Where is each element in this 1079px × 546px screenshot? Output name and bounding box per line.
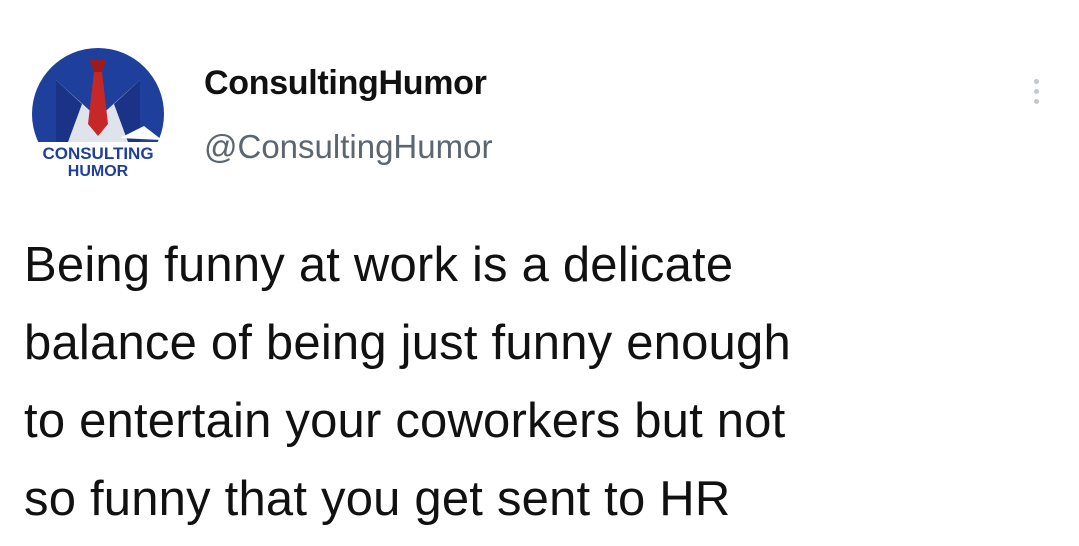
tweet-text-line: Being funny at work is a delicate [24, 238, 734, 292]
avatar-text-line2: HUMOR [68, 163, 129, 180]
avatar-text-line1: CONSULTING [42, 144, 153, 163]
consulting-humor-logo: CONSULTING HUMOR [32, 48, 164, 180]
tweet-text-line: so funny that you get sent to HR [24, 472, 731, 526]
author-display-name[interactable]: ConsultingHumor [204, 64, 487, 103]
author-handle[interactable]: @ConsultingHumor [204, 128, 492, 166]
tweet-text-line: balance of being just funny enough [24, 316, 791, 370]
avatar[interactable]: CONSULTING HUMOR [28, 46, 168, 186]
more-vertical-icon[interactable] [1022, 70, 1052, 114]
tweet-card: CONSULTING HUMOR ConsultingHumor @Consul… [0, 0, 1079, 546]
tweet-text: Being funny at work is a delicate balanc… [24, 226, 1044, 538]
tweet-text-line: to entertain your coworkers but not [24, 394, 786, 448]
